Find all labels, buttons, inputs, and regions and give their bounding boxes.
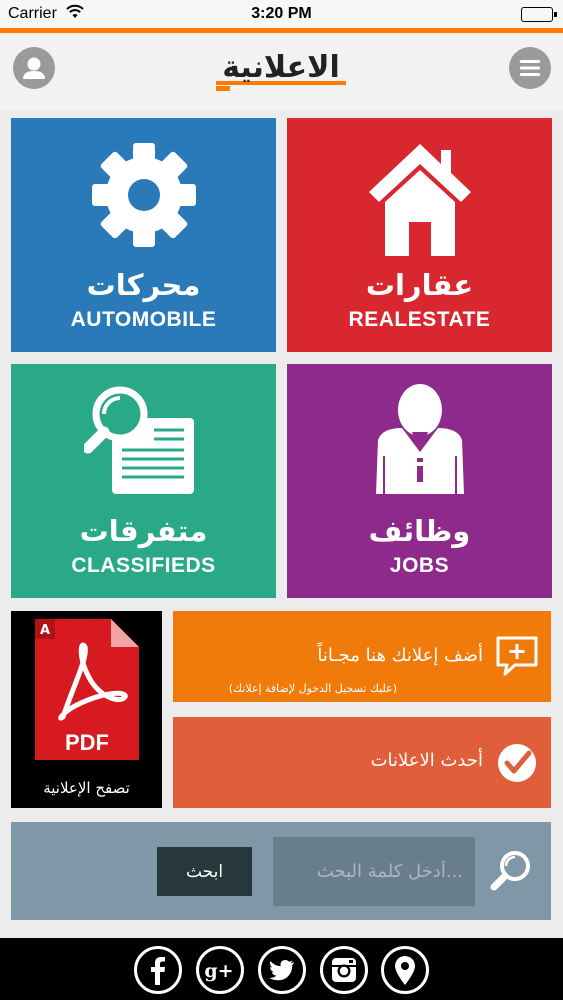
battery-icon (521, 7, 557, 22)
businessman-icon (375, 384, 464, 494)
social-footer: g+ (0, 938, 563, 1000)
tile-classifieds-label-en: CLASSIFIEDS (71, 554, 216, 577)
facebook-icon (151, 957, 165, 985)
profile-button[interactable] (13, 47, 55, 89)
latest-ads-title: أحدث الاعلانات (370, 750, 483, 771)
tile-jobs-label-ar: وظائف (368, 514, 471, 548)
latest-ads-button[interactable]: أحدث الاعلانات (173, 717, 551, 808)
search-icon[interactable] (489, 849, 533, 893)
app-screen: Carrier 3:20 PM الاعلانية محركات AUTOMOB… (0, 0, 563, 1000)
location-button[interactable] (381, 946, 429, 994)
status-bar: Carrier 3:20 PM (0, 0, 563, 28)
instagram-icon (332, 958, 356, 982)
add-ad-subtitle: (عليك تسجيل الدخول لإضافة إعلانك) (228, 682, 397, 695)
tile-realestate[interactable]: عقارات REALESTATE (287, 118, 552, 352)
google-plus-icon: g+ (204, 960, 233, 982)
add-message-icon (496, 636, 538, 676)
tile-realestate-label-en: REALESTATE (348, 308, 491, 331)
checkmark-icon (498, 744, 536, 782)
tile-jobs-label-en: JOBS (389, 554, 450, 577)
instagram-button[interactable] (320, 946, 368, 994)
house-icon (368, 144, 471, 256)
add-ad-title: أضف إعلانك هنا مجـاناً (317, 645, 483, 666)
newspaper-search-icon (83, 386, 194, 494)
app-header: الاعلانية (0, 33, 563, 110)
location-pin-icon (395, 956, 415, 985)
twitter-button[interactable] (258, 946, 306, 994)
user-icon (23, 57, 45, 79)
tile-automobile-label-en: AUTOMOBILE (70, 308, 217, 331)
tile-jobs[interactable]: وظائف JOBS (287, 364, 552, 598)
search-input[interactable] (273, 837, 475, 906)
gear-icon (91, 143, 196, 247)
tile-classifieds-label-ar: متفرقات (79, 514, 208, 548)
google-plus-button[interactable]: g+ (196, 946, 244, 994)
pdf-icon-text: PDF (65, 730, 109, 755)
tile-realestate-label-ar: عقارات (365, 268, 474, 302)
twitter-icon (269, 960, 294, 981)
menu-button[interactable] (509, 47, 551, 89)
tile-automobile-label-ar: محركات (86, 268, 201, 302)
browse-pdf-button[interactable]: A PDF تصفح الإعلانية (11, 611, 162, 808)
tile-classifieds[interactable]: متفرقات CLASSIFIEDS (11, 364, 276, 598)
add-ad-button[interactable]: أضف إعلانك هنا مجـاناً (عليك تسجيل الدخو… (173, 611, 551, 702)
hamburger-icon (520, 60, 540, 76)
pdf-file-icon: A PDF (35, 619, 139, 760)
svg-text:A: A (40, 623, 50, 638)
search-bar: ابحث (11, 822, 551, 920)
tile-automobile[interactable]: محركات AUTOMOBILE (11, 118, 276, 352)
logo-text: الاعلانية (222, 50, 340, 85)
facebook-button[interactable] (134, 946, 182, 994)
clock: 3:20 PM (251, 5, 312, 22)
svg-text:g+: g+ (204, 960, 233, 982)
search-button[interactable]: ابحث (157, 847, 252, 896)
browse-pdf-label: تصفح الإعلانية (43, 779, 130, 797)
app-logo: الاعلانية (210, 43, 352, 93)
